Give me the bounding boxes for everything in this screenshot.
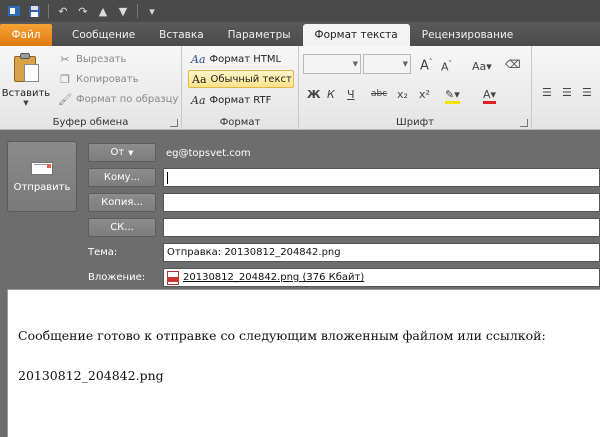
- from-address: eg@topsvet.com: [166, 148, 251, 159]
- brush-icon: 🖌: [58, 92, 72, 106]
- text-caret: [167, 171, 168, 184]
- attachment-label: Вложение:: [88, 272, 146, 283]
- message-header: Отправить От ▼ eg@topsvet.com Кому... Ко…: [0, 130, 600, 289]
- italic-icon[interactable]: К: [327, 88, 335, 101]
- copy-icon: ❐: [60, 72, 70, 86]
- format-html-label: Формат HTML: [209, 53, 282, 65]
- highlight-color-icon[interactable]: ✎▾: [445, 88, 460, 104]
- subject-field[interactable]: Отправка: 20130812_204842.png: [163, 243, 600, 262]
- from-label: От: [110, 147, 125, 158]
- clipboard-group-label: Буфер обмена: [52, 117, 129, 128]
- next-item-icon[interactable]: ▼: [115, 3, 131, 19]
- tab-review[interactable]: Рецензирование: [410, 24, 526, 46]
- align-right-icon[interactable]: ☰: [582, 86, 592, 99]
- font-name-dropdown[interactable]: ▼: [303, 54, 361, 74]
- format-group: Aa Формат HTML Aa Обычный текст Aa Форма…: [182, 46, 299, 130]
- attachment-field: 20130812_204842.png (376 Кбайт): [163, 268, 600, 287]
- format-rtf-label: Формат RTF: [209, 94, 272, 106]
- underline-icon[interactable]: Ч: [347, 88, 355, 101]
- paste-label: Вставить: [1, 88, 51, 99]
- paragraph-group: ☰ ☰ ☰: [532, 46, 600, 130]
- ribbon: Вставить ▼ ✂ Вырезать ❐ Копировать 🖌 Фор…: [0, 46, 600, 130]
- chevron-down-icon: ▼: [23, 99, 29, 107]
- format-rtf-button[interactable]: Aa Формат RTF: [188, 91, 294, 109]
- customize-toolbar-icon[interactable]: ▾: [144, 3, 160, 19]
- send-label: Отправить: [13, 182, 71, 193]
- quick-access-toolbar: ↶ ↷ ▲ ▼ ▾: [0, 0, 600, 22]
- to-label: Кому...: [103, 172, 141, 183]
- dialog-launcher-icon[interactable]: [520, 119, 528, 127]
- format-aa-icon: Aa: [192, 72, 207, 86]
- chevron-down-icon: ▼: [128, 148, 134, 157]
- message-body[interactable]: Сообщение готово к отправке со следующим…: [7, 289, 600, 437]
- bcc-button[interactable]: СК...: [88, 218, 156, 237]
- copy-button[interactable]: ❐ Копировать: [58, 70, 138, 88]
- tab-message[interactable]: Сообщение: [60, 24, 147, 46]
- to-button[interactable]: Кому...: [88, 168, 156, 187]
- clear-formatting-icon[interactable]: ⌫: [505, 58, 521, 71]
- to-field[interactable]: [163, 168, 600, 187]
- superscript-icon[interactable]: x²: [419, 88, 430, 101]
- previous-item-icon[interactable]: ▲: [95, 3, 111, 19]
- cc-field[interactable]: [163, 193, 600, 212]
- cut-button[interactable]: ✂ Вырезать: [58, 50, 126, 68]
- toolbar-separator: [48, 4, 49, 18]
- grow-font-icon[interactable]: A˄: [420, 58, 432, 73]
- chevron-down-icon: ▼: [402, 60, 408, 68]
- dialog-launcher-icon[interactable]: [170, 119, 178, 127]
- format-html-button[interactable]: Aa Формат HTML: [188, 50, 294, 68]
- font-color-icon[interactable]: A▾: [483, 88, 497, 104]
- cut-label: Вырезать: [76, 53, 127, 65]
- align-center-icon[interactable]: ☰: [562, 86, 572, 99]
- clipboard-group: Вставить ▼ ✂ Вырезать ❐ Копировать 🖌 Фор…: [0, 46, 182, 130]
- format-aa-icon: Aa: [191, 93, 206, 107]
- strikethrough-icon[interactable]: abc: [371, 89, 387, 99]
- align-left-icon[interactable]: ☰: [542, 86, 552, 99]
- tab-file[interactable]: Файл: [0, 24, 52, 46]
- format-painter-button[interactable]: 🖌 Формат по образцу: [58, 90, 178, 108]
- copy-label: Копировать: [76, 73, 139, 85]
- format-aa-icon: Aa: [191, 52, 206, 66]
- tab-format-text[interactable]: Формат текста: [302, 24, 410, 46]
- scissors-icon: ✂: [60, 52, 70, 66]
- outlook-app-icon: [6, 3, 22, 19]
- paste-icon: [12, 52, 40, 84]
- send-button[interactable]: Отправить: [7, 141, 77, 212]
- ribbon-tab-strip: Файл Сообщение Вставка Параметры Формат …: [0, 22, 600, 46]
- undo-icon[interactable]: ↶: [55, 3, 71, 19]
- paste-button[interactable]: Вставить ▼: [1, 50, 51, 110]
- tab-insert[interactable]: Вставка: [147, 24, 216, 46]
- redo-icon[interactable]: ↷: [75, 3, 91, 19]
- subject-value: Отправка: 20130812_204842.png: [167, 247, 341, 258]
- png-file-icon: [167, 270, 179, 285]
- from-button[interactable]: От ▼: [88, 143, 156, 162]
- format-painter-label: Формат по образцу: [76, 93, 179, 105]
- body-line-1: Сообщение готово к отправке со следующим…: [18, 328, 546, 343]
- shrink-font-icon[interactable]: A˅: [441, 60, 452, 74]
- format-group-label: Формат: [219, 117, 261, 128]
- bold-icon[interactable]: Ж: [307, 88, 320, 101]
- font-group-label: Шрифт: [396, 117, 434, 128]
- font-group: ▼ ▼ A˄ A˅ Aa▾ ⌫ Ж К Ч abc x₂ x² ✎▾ A▾ Шр…: [299, 46, 532, 130]
- bcc-label: СК...: [110, 222, 134, 233]
- left-border-strip: [0, 289, 7, 437]
- attachment-link[interactable]: 20130812_204842.png (376 Кбайт): [183, 272, 364, 283]
- format-plain-button[interactable]: Aa Обычный текст: [188, 70, 294, 88]
- envelope-icon: [31, 160, 53, 176]
- cc-button[interactable]: Копия...: [88, 193, 156, 212]
- tab-options[interactable]: Параметры: [216, 24, 303, 46]
- subscript-icon[interactable]: x₂: [397, 88, 408, 101]
- format-plain-label: Обычный текст: [210, 73, 292, 85]
- bcc-field[interactable]: [163, 218, 600, 237]
- body-line-2: 20130812_204842.png: [18, 368, 164, 383]
- cc-label: Копия...: [101, 197, 143, 208]
- toolbar-separator: [137, 4, 138, 18]
- chevron-down-icon: ▼: [352, 60, 358, 68]
- change-case-icon[interactable]: Aa▾: [472, 60, 492, 73]
- font-size-dropdown[interactable]: ▼: [363, 54, 411, 74]
- save-icon[interactable]: [26, 3, 42, 19]
- subject-label: Тема:: [88, 247, 118, 258]
